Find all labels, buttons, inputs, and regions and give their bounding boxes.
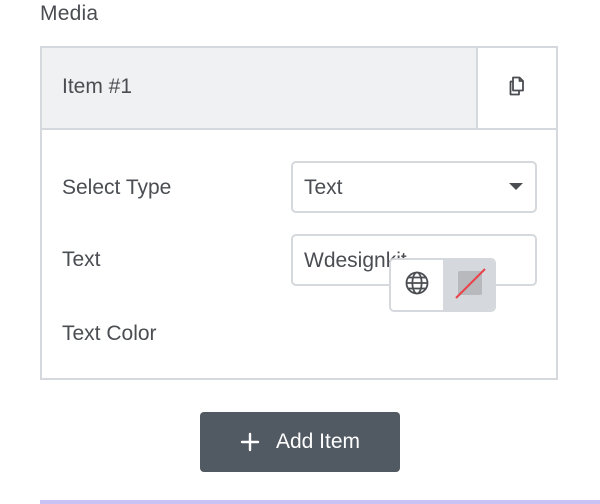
copy-icon: [505, 74, 529, 103]
add-item-label: Add Item: [275, 430, 361, 453]
select-type-label: Select Type: [62, 176, 172, 199]
section-divider: [40, 500, 600, 504]
add-item-button[interactable]: Add Item: [200, 412, 400, 472]
select-type-dropdown[interactable]: Text: [291, 161, 537, 213]
plus-icon: [240, 432, 260, 452]
text-color-label: Text Color: [62, 322, 157, 345]
media-panel: Media Item #1 Select Type Text Text Wdes…: [0, 0, 600, 504]
globe-icon: [404, 270, 430, 301]
select-type-value: Text: [304, 176, 343, 199]
color-picker-button[interactable]: [443, 260, 494, 310]
item-header[interactable]: Item #1: [42, 48, 556, 130]
global-colors-button[interactable]: [391, 260, 443, 310]
text-label: Text: [62, 248, 101, 271]
no-color-swatch-icon: [454, 267, 486, 304]
duplicate-item-button[interactable]: [476, 48, 556, 128]
section-title: Media: [40, 2, 99, 25]
text-color-control: [389, 258, 496, 312]
item-title: Item #1: [62, 75, 133, 98]
repeater-item: Item #1 Select Type Text Text Wdesignkit…: [40, 46, 558, 380]
chevron-down-icon: [509, 183, 523, 190]
